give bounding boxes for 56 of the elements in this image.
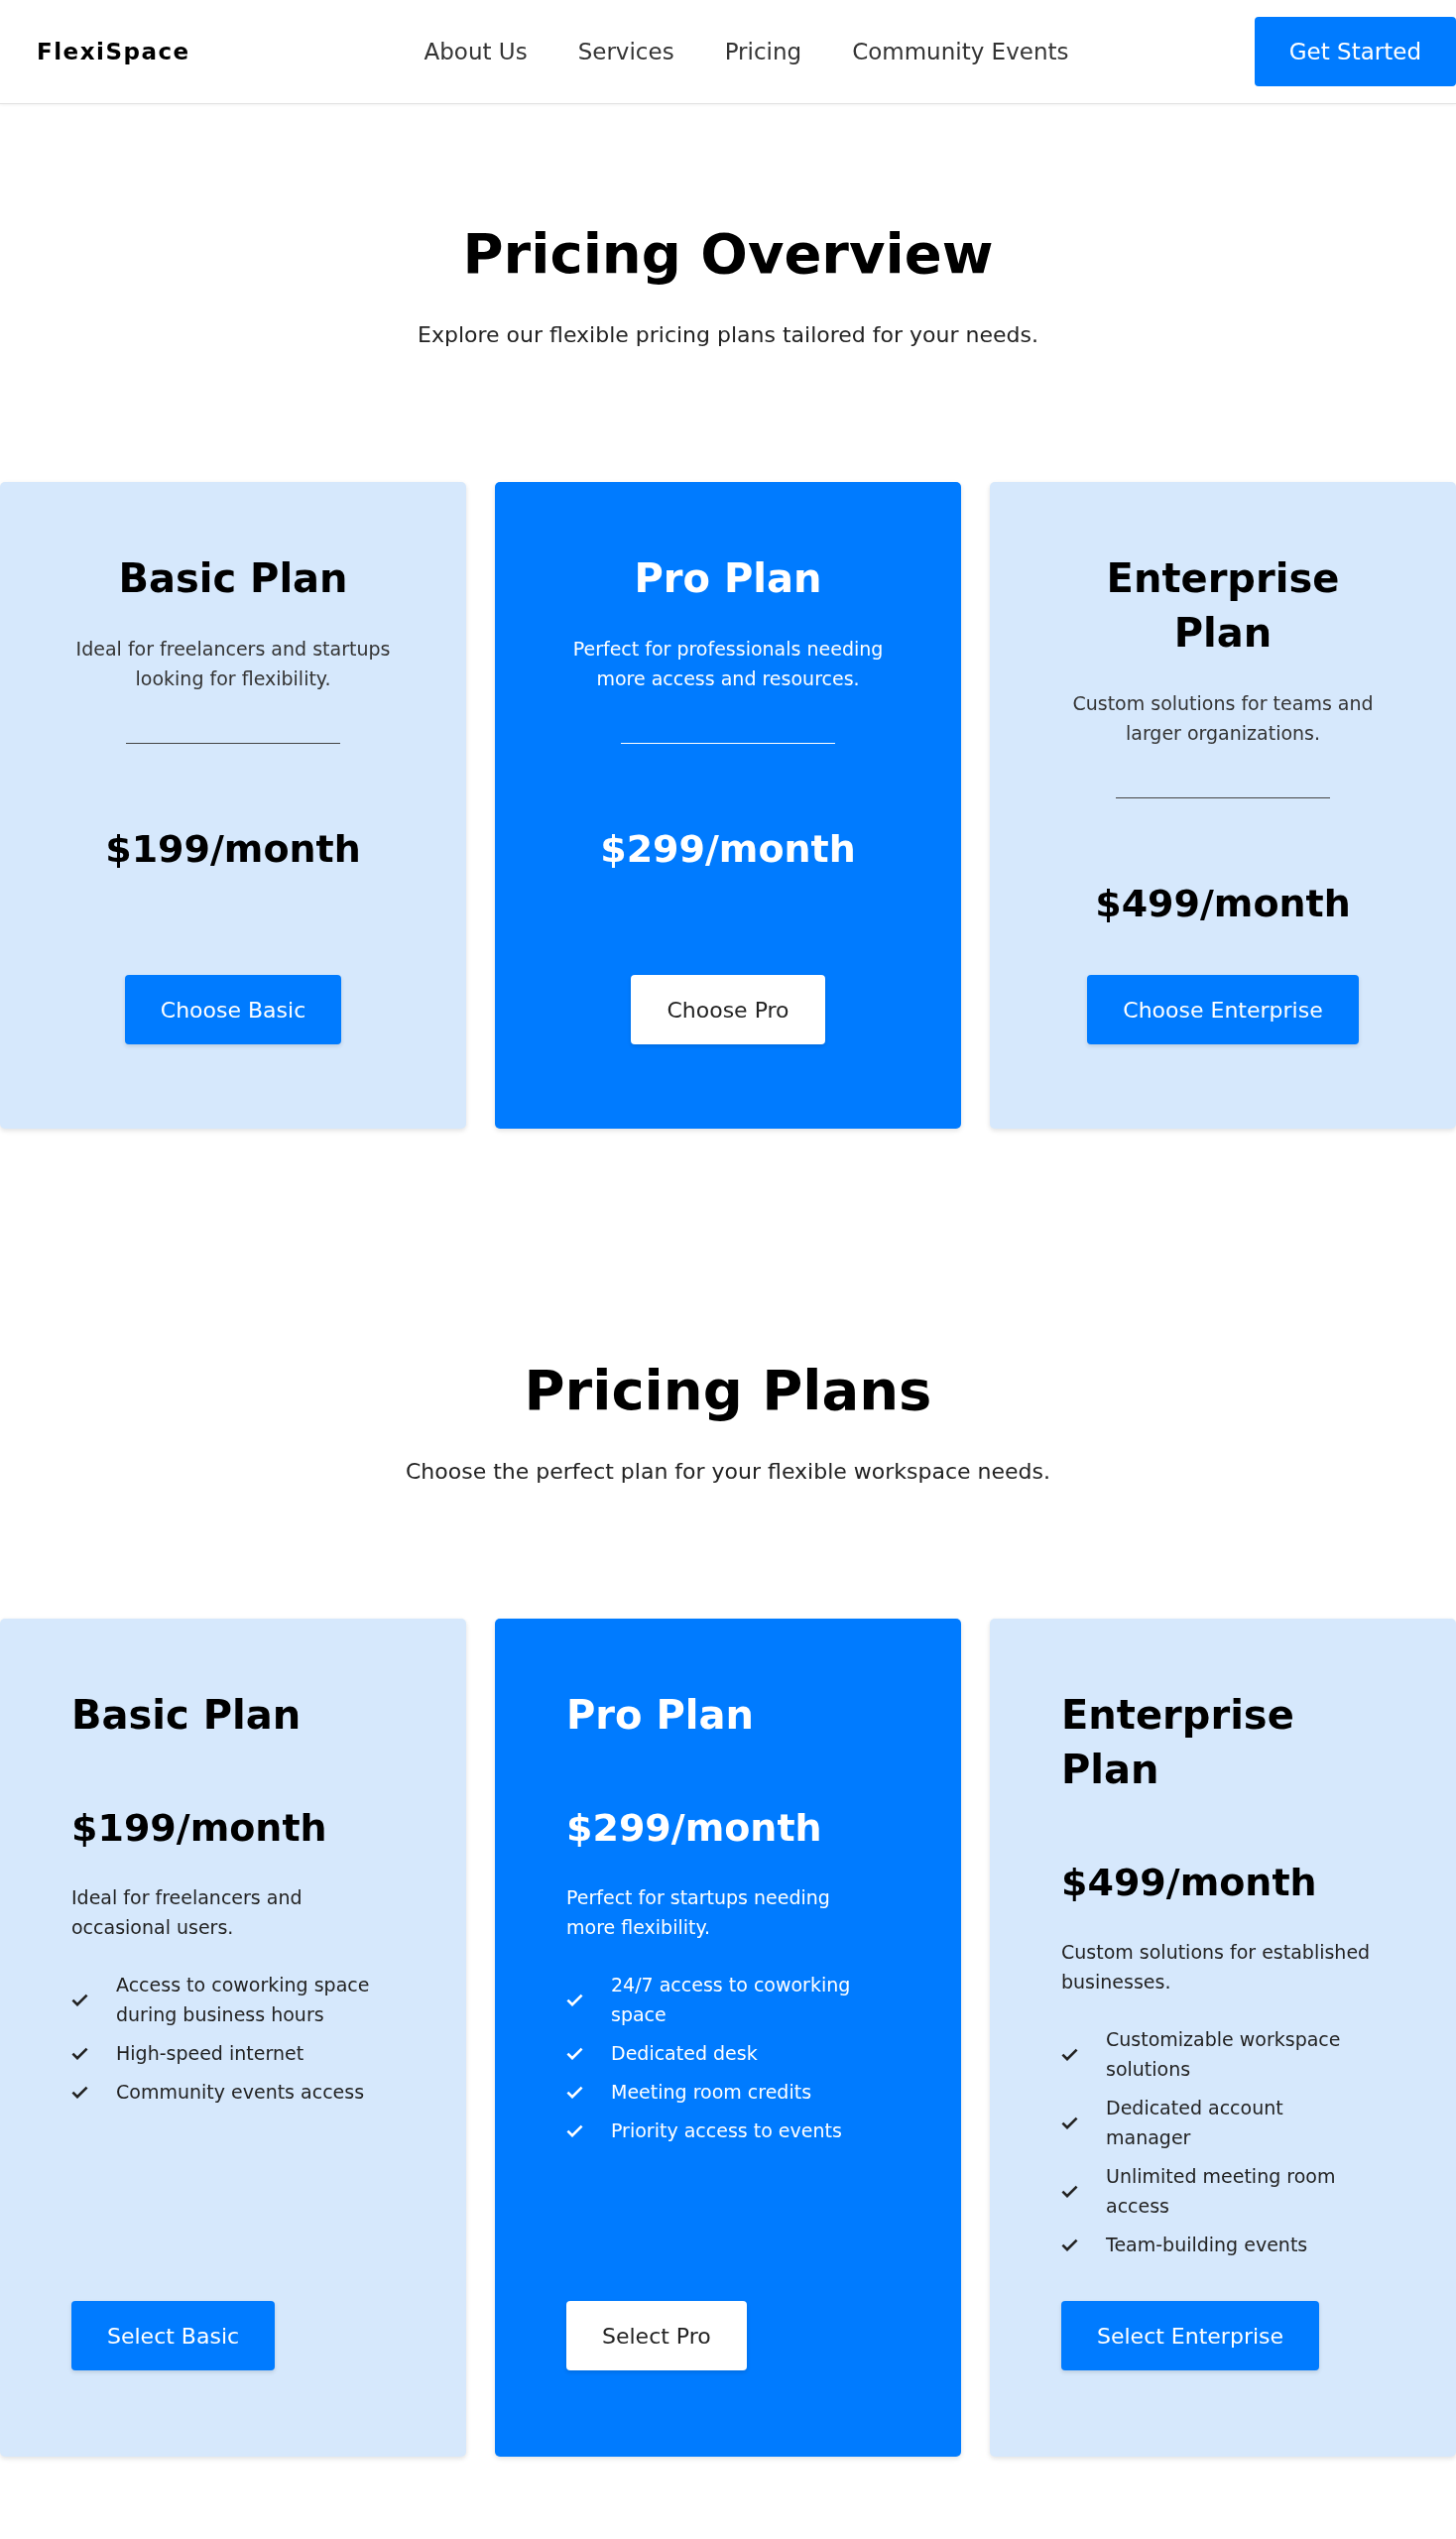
plan-description: Ideal for freelancers and startups looking for flexibility.: [74, 637, 392, 691]
plan-description: Perfect for professionals needing more access and resources.: [571, 637, 885, 691]
plan-description: Ideal for freelancers and occasional users.: [71, 1885, 303, 1940]
plan-title: Basic Plan: [118, 554, 348, 603]
plan-description: Perfect for startups needing more flexibility.: [566, 1885, 831, 1940]
choose-plan-button[interactable]: Choose Basic: [124, 975, 342, 1044]
plan-price: $499/month: [1061, 1860, 1317, 1906]
feature-text: Team-building events: [1106, 2233, 1308, 2257]
nav-link[interactable]: Pricing: [724, 39, 802, 64]
check-icon: [566, 2046, 583, 2060]
plan-title: Pro Plan: [566, 1691, 754, 1740]
feature-text: 24/7 access to coworking space: [611, 1973, 852, 2027]
plan-price: $199/month: [105, 826, 361, 873]
feature-text: Access to coworking space during business hours: [116, 1973, 371, 2027]
check-icon: [1061, 2047, 1078, 2061]
nav-link[interactable]: Community Events: [852, 39, 1069, 64]
feature-text: Meeting room credits: [611, 2080, 812, 2105]
check-icon: [566, 2123, 583, 2137]
check-icon: [71, 2046, 88, 2060]
feature-text: Unlimited meeting room access: [1106, 2164, 1337, 2219]
plan-price: $299/month: [566, 1805, 822, 1852]
feature-text: Customizable workspace solutions: [1106, 2027, 1342, 2082]
section-subtitle: Explore our flexible pricing plans tailored for your needs.: [418, 321, 1038, 349]
check-icon: [71, 2085, 88, 2099]
select-plan-button[interactable]: Select Pro: [566, 2301, 747, 2370]
plan-title: Enterprise Plan: [1105, 554, 1341, 658]
plan-price: $199/month: [71, 1805, 327, 1852]
plan-description: Custom solutions for established businesses.: [1061, 1940, 1372, 1995]
check-icon: [566, 1993, 583, 2006]
logo-text: FlexiSpace: [37, 39, 190, 64]
section-title: Pricing Overview: [462, 220, 994, 287]
plan-title: Basic Plan: [71, 1691, 302, 1740]
feature-text: Dedicated desk: [611, 2041, 758, 2066]
plan-title: Pro Plan: [634, 554, 822, 603]
section-subtitle: Choose the perfect plan for your flexible workspace needs.: [406, 1458, 1050, 1486]
select-plan-button[interactable]: Select Enterprise: [1061, 2301, 1320, 2370]
plan-price: $299/month: [600, 826, 856, 873]
select-plan-button[interactable]: Select Basic: [71, 2301, 276, 2370]
feature-text: Community events access: [116, 2080, 365, 2105]
check-icon: [1061, 2116, 1078, 2129]
plan-title: Enterprise Plan: [1061, 1691, 1295, 1794]
feature-text: Dedicated account manager: [1106, 2096, 1284, 2150]
choose-plan-button[interactable]: Choose Enterprise: [1087, 975, 1359, 1044]
feature-text: High-speed internet: [116, 2041, 304, 2066]
section-title: Pricing Plans: [524, 1357, 932, 1423]
nav-link[interactable]: Services: [577, 39, 674, 64]
check-icon: [71, 1993, 88, 2006]
check-icon: [1061, 2237, 1078, 2251]
check-icon: [566, 2085, 583, 2099]
feature-text: Priority access to events: [611, 2118, 842, 2143]
plan-price: $499/month: [1095, 881, 1351, 927]
nav-link[interactable]: About Us: [424, 39, 528, 64]
get-started-button[interactable]: Get Started: [1254, 17, 1456, 86]
choose-plan-button[interactable]: Choose Pro: [631, 975, 825, 1044]
plan-description: Custom solutions for teams and larger organizations.: [1071, 691, 1375, 746]
check-icon: [1061, 2184, 1078, 2198]
